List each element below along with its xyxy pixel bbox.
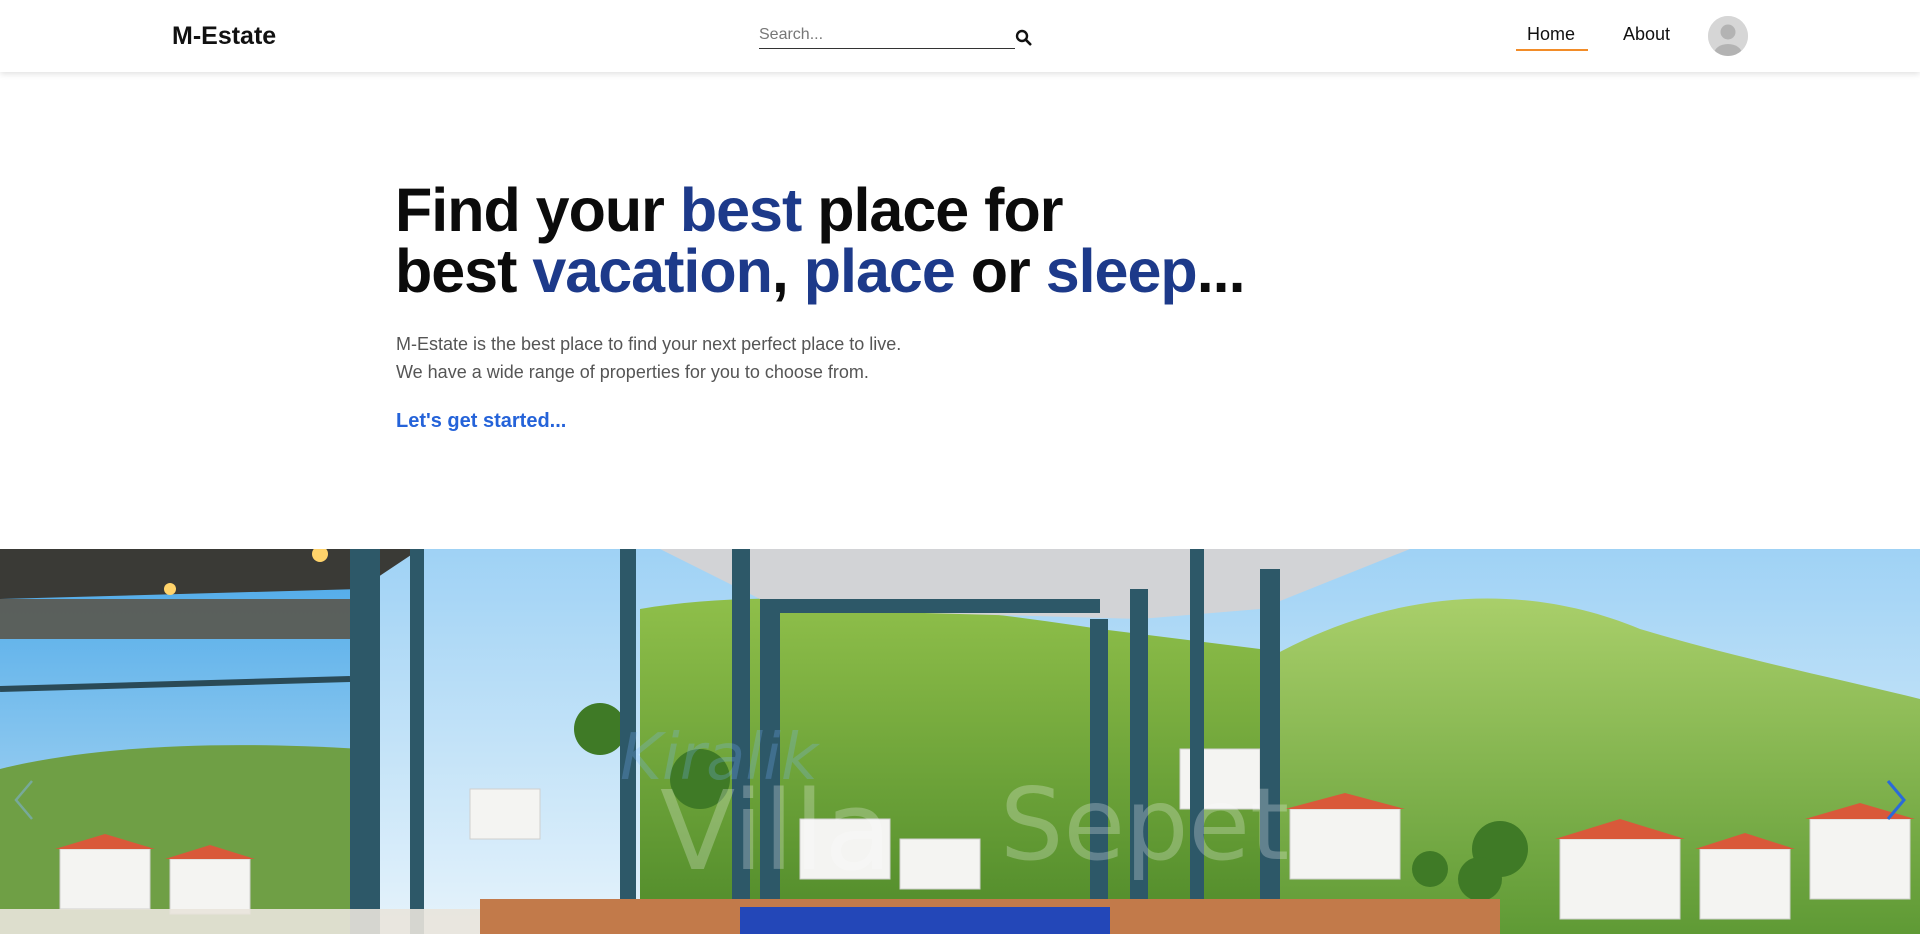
hero-title: Find your best place for best vacation, … [395, 180, 1246, 305]
hero-description-line: M-Estate is the best place to find your … [396, 334, 902, 354]
brand-logo[interactable]: M-Estate [172, 22, 276, 51]
hero-title-text: best [395, 237, 533, 305]
hero-title-text: , [771, 237, 804, 305]
svg-text:Villa: Villa [660, 767, 892, 895]
user-icon [1708, 16, 1748, 56]
hero-title-text: place for [801, 176, 1063, 244]
hero-title-highlight: best [679, 176, 802, 244]
hero-title-highlight: sleep [1045, 237, 1198, 305]
hero-title-text: Find your [395, 176, 680, 244]
carousel-slide-image: Kiralik Villa Sepet [0, 549, 1920, 934]
property-carousel: Kiralik Villa Sepet [0, 549, 1920, 934]
hero-title-text: ... [1196, 237, 1246, 305]
search-input[interactable] [759, 23, 1009, 47]
hero-title-highlight: vacation [532, 237, 772, 305]
active-nav-indicator [1516, 49, 1588, 51]
hero-title-line-1: Find your best place for [395, 176, 1063, 244]
carousel-prev-button[interactable] [4, 770, 44, 830]
carousel-next-button[interactable] [1876, 770, 1916, 830]
hero-title-text: or [954, 237, 1046, 305]
nav-about-link[interactable]: About [1623, 24, 1670, 45]
top-navbar: M-Estate Home About [0, 0, 1920, 72]
hero-title-highlight: place [803, 237, 956, 305]
search-button[interactable] [1012, 26, 1034, 48]
svg-text:Sepet: Sepet [1000, 766, 1289, 883]
chevron-right-icon [1886, 780, 1906, 820]
nav-home-link[interactable]: Home [1527, 24, 1575, 45]
hero-description: M-Estate is the best place to find your … [396, 330, 901, 386]
hero-title-line-2: best vacation, place or sleep... [395, 237, 1246, 305]
search-icon [1015, 29, 1031, 45]
get-started-link[interactable]: Let's get started... [396, 410, 566, 433]
hero-description-line: We have a wide range of properties for y… [396, 362, 869, 382]
user-avatar[interactable] [1708, 16, 1748, 56]
chevron-left-icon [14, 780, 33, 820]
search-box [759, 23, 1015, 49]
